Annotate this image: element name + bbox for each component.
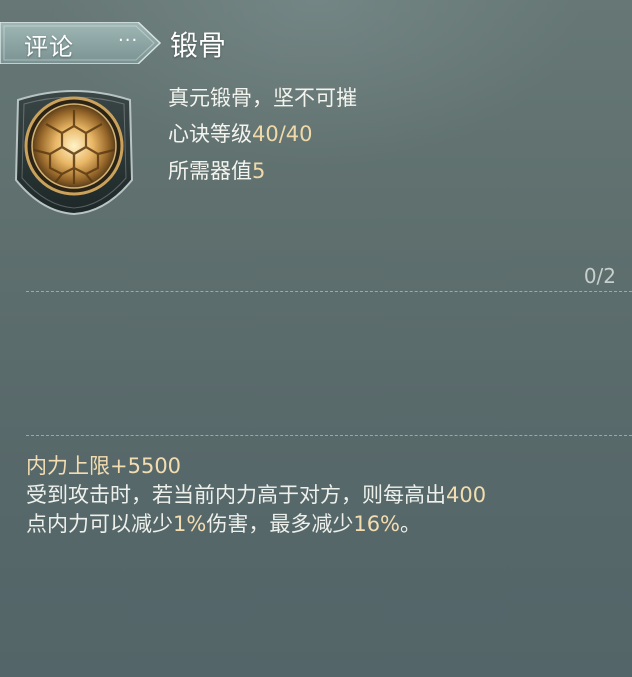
effect-line-2-text-a: 点内力可以减少 xyxy=(26,512,173,536)
comment-tab[interactable]: 评论 ··· xyxy=(0,22,162,64)
effect-line-1-text: 受到攻击时，若当前内力高于对方，则每高出 xyxy=(26,483,446,507)
effect-line-2: 点内力可以减少1%伤害，最多减少16%。 xyxy=(26,510,626,539)
skill-requirement: 所需器值5 xyxy=(168,155,265,185)
effect-line-2-value-b: 16% xyxy=(353,512,401,536)
requirement-value: 5 xyxy=(252,159,266,183)
divider-bottom xyxy=(26,435,632,436)
effect-description: 内力上限+5500 受到攻击时，若当前内力高于对方，则每高出400 点内力可以减… xyxy=(26,452,626,539)
effect-line-2-value-a: 1% xyxy=(173,512,207,536)
skill-level: 心诀等级40/40 xyxy=(168,118,313,148)
effect-title: 内力上限+5500 xyxy=(26,452,626,481)
tab-label: 评论 xyxy=(24,33,74,61)
divider-top xyxy=(26,291,632,292)
skill-name: 锻骨 xyxy=(170,29,227,62)
tortoise-shell-icon xyxy=(10,84,138,216)
skill-description: 真元锻骨，坚不可摧 xyxy=(168,86,357,110)
progress-count: 0/2 xyxy=(583,264,616,288)
level-value: 40/40 xyxy=(252,122,313,146)
effect-line-2-text-c: 。 xyxy=(400,512,422,536)
level-label: 心诀等级 xyxy=(168,122,252,146)
effect-title-value: +5500 xyxy=(110,454,182,478)
skill-tooltip-panel: 评论 ··· 锻骨 真元锻骨，坚不可摧 心诀等级40/40 所需器值5 0/2 … xyxy=(0,0,632,677)
more-icon[interactable]: ··· xyxy=(118,30,138,51)
effect-title-label: 内力上限 xyxy=(26,454,110,478)
effect-line-2-text-b: 伤害，最多减少 xyxy=(206,512,354,536)
effect-line-1: 受到攻击时，若当前内力高于对方，则每高出400 xyxy=(26,481,626,510)
effect-line-1-value: 400 xyxy=(446,483,487,507)
requirement-label: 所需器值 xyxy=(168,159,252,183)
